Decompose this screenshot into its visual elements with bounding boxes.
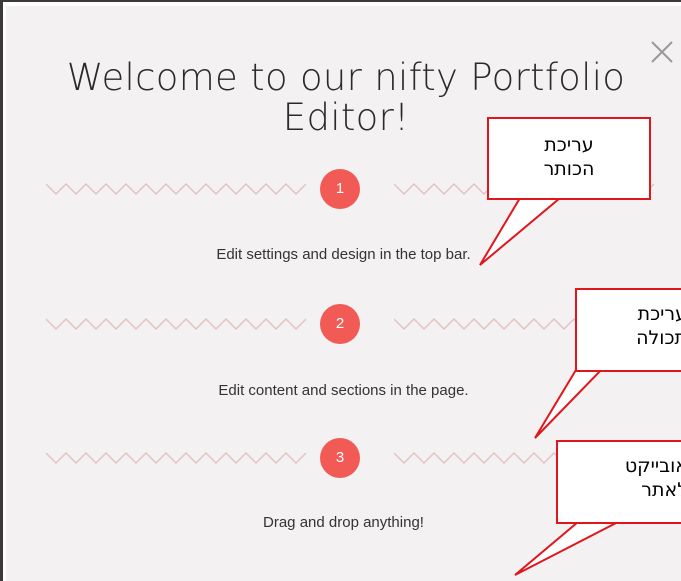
callout-line: אובייקט (624, 455, 681, 477)
callout-line: תכולה (636, 327, 681, 349)
callout-object-to-site: אובייקט לאתר (556, 440, 681, 524)
callout-line: עריכת (637, 303, 681, 325)
callout-title-edit: עריכת הכותר (487, 117, 651, 200)
callout-content-edit: עריכת תכולה (575, 288, 681, 372)
callout-line: עריכת (544, 134, 594, 156)
callout-line: לאתר (641, 479, 681, 501)
callout-line: הכותר (543, 158, 595, 180)
